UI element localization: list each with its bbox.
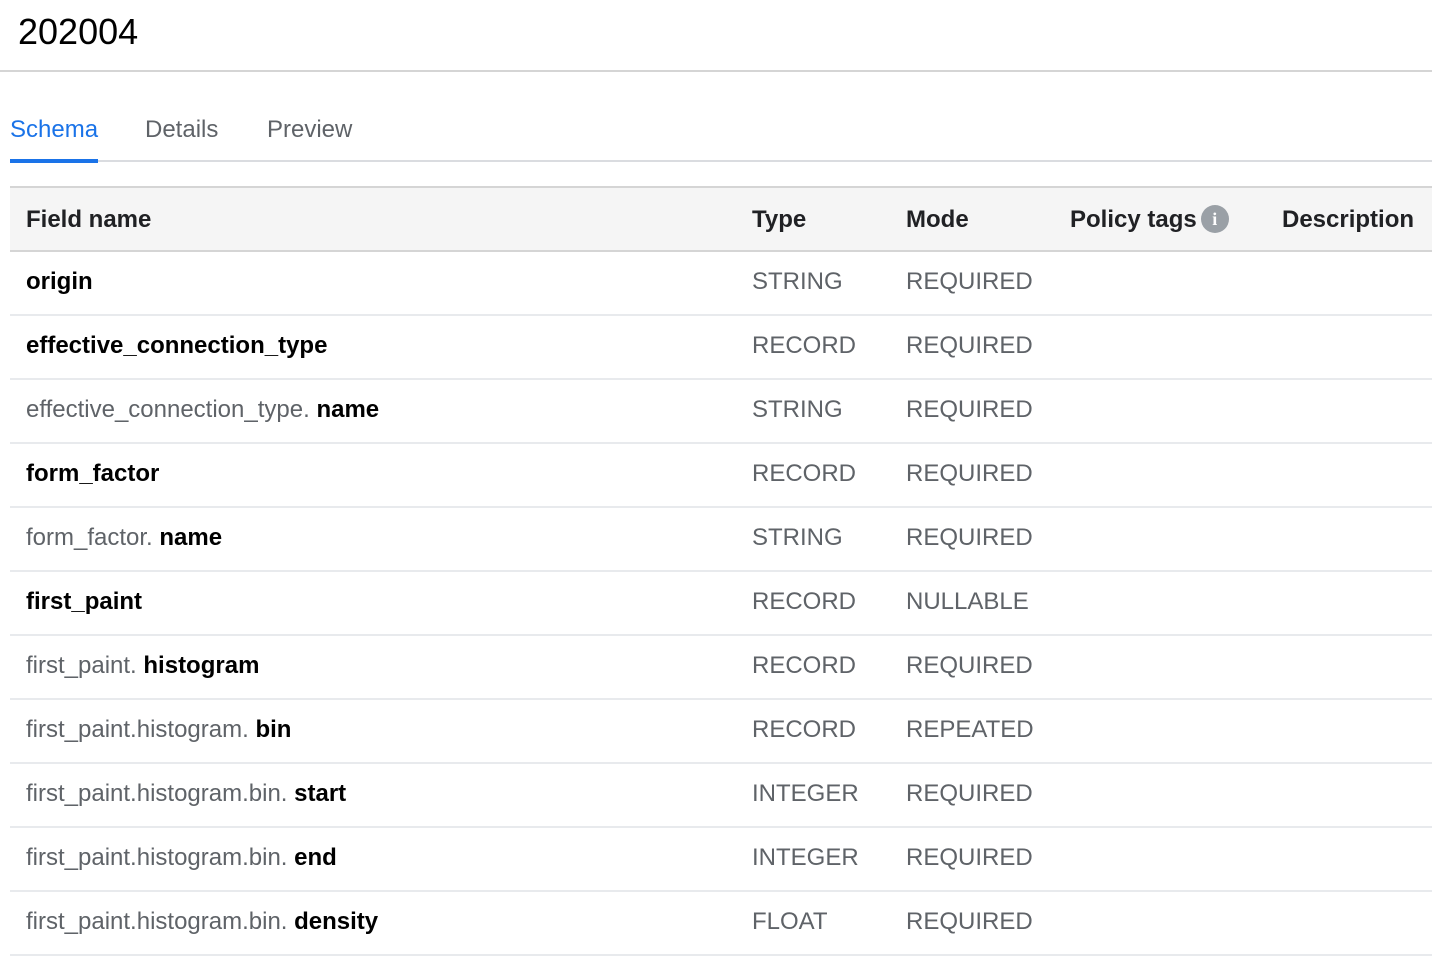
field-mode: REQUIRED <box>906 908 1033 935</box>
table-row[interactable]: first_paint.histogram. bin RECORD REPEATED <box>10 700 1432 764</box>
field-mode: REQUIRED <box>906 396 1033 423</box>
field-mode: NULLABLE <box>906 588 1029 615</box>
header-field-name: Field name <box>26 206 152 233</box>
field-name: start <box>294 780 347 807</box>
table-row[interactable]: first_paint RECORD NULLABLE <box>10 572 1432 636</box>
table-body: origin STRING REQUIRED effective_connection… <box>10 252 1432 956</box>
tab-schema[interactable]: Schema <box>10 114 99 163</box>
field-name-cell: first_paint.histogram. bin <box>26 714 291 746</box>
field-path-prefix: effective_connection_type. <box>26 396 317 423</box>
field-name: first_paint <box>26 588 143 615</box>
field-path-prefix: first_paint.histogram.bin. <box>26 908 295 935</box>
field-mode: REQUIRED <box>906 524 1033 551</box>
field-mode: REQUIRED <box>906 268 1033 295</box>
field-name-cell: form_factor. name <box>26 522 222 554</box>
page-title: 202004 <box>18 11 139 52</box>
header-mode: Mode <box>906 206 969 233</box>
field-path-prefix: first_paint.histogram. <box>26 716 256 743</box>
field-mode: REQUIRED <box>906 844 1033 871</box>
field-type: RECORD <box>752 652 857 679</box>
field-mode: REQUIRED <box>906 780 1033 807</box>
field-path-prefix: first_paint.histogram.bin. <box>26 780 295 807</box>
table-row[interactable]: first_paint. histogram RECORD REQUIRED <box>10 636 1432 700</box>
field-name-cell: first_paint.histogram.bin. start <box>26 778 346 810</box>
table-row[interactable]: origin STRING REQUIRED <box>10 252 1432 316</box>
field-name-cell: first_paint.histogram.bin. end <box>26 842 337 874</box>
field-name: effective_connection_type <box>26 332 328 359</box>
tab-preview[interactable]: Preview <box>267 114 352 159</box>
tab-bar: Schema Details Preview <box>10 100 1432 163</box>
field-name: end <box>294 844 337 871</box>
field-name: origin <box>26 268 93 295</box>
field-type: RECORD <box>752 588 857 615</box>
table-row[interactable]: form_factor RECORD REQUIRED <box>10 444 1432 508</box>
field-path-prefix: form_factor. <box>26 524 160 551</box>
field-mode: REQUIRED <box>906 652 1033 679</box>
field-path-prefix: first_paint.histogram.bin. <box>26 844 295 871</box>
field-name-cell: first_paint <box>26 586 142 618</box>
field-name-cell: form_factor <box>26 458 159 490</box>
table-row[interactable]: effective_connection_type RECORD REQUIRED <box>10 316 1432 380</box>
field-name-cell: origin <box>26 266 93 298</box>
field-name-cell: effective_connection_type. name <box>26 394 379 426</box>
field-type: RECORD <box>752 460 857 487</box>
table-header-row: Field name Type Mode Policy tags i Descri… <box>10 188 1432 252</box>
table-row[interactable]: first_paint.histogram.bin. density FLOAT R… <box>10 892 1432 956</box>
tab-details[interactable]: Details <box>145 114 218 159</box>
field-type: STRING <box>752 396 843 423</box>
field-type: FLOAT <box>752 908 828 935</box>
info-icon[interactable]: i <box>1200 205 1229 233</box>
table-row[interactable]: form_factor. name STRING REQUIRED <box>10 508 1432 572</box>
field-type: INTEGER <box>752 844 859 871</box>
field-name: density <box>294 908 379 935</box>
field-type: STRING <box>752 524 843 551</box>
table-row[interactable]: effective_connection_type. name STRING REQ… <box>10 380 1432 444</box>
field-mode: REQUIRED <box>906 460 1033 487</box>
field-mode: REPEATED <box>906 716 1034 743</box>
field-name-cell: first_paint.histogram.bin. density <box>26 906 378 938</box>
field-name: bin <box>255 716 292 743</box>
field-name: form_factor <box>26 460 160 487</box>
field-name: name <box>316 396 380 423</box>
field-path-prefix: first_paint. <box>26 652 144 679</box>
header-policy-tags: Policy tags i <box>1070 204 1229 236</box>
table-row[interactable]: first_paint.histogram.bin. end INTEGER REQ… <box>10 828 1432 892</box>
field-type: RECORD <box>752 716 857 743</box>
schema-table: Field name Type Mode Policy tags i Descri… <box>10 186 1432 956</box>
field-type: INTEGER <box>752 780 859 807</box>
header-policy-tags-label: Policy tags <box>1070 206 1197 233</box>
field-name-cell: first_paint. histogram <box>26 650 259 682</box>
field-name: histogram <box>143 652 260 679</box>
field-type: STRING <box>752 268 843 295</box>
field-mode: REQUIRED <box>906 332 1033 359</box>
page-header: 202004 <box>0 0 1432 72</box>
header-type: Type <box>752 206 807 233</box>
field-name-cell: effective_connection_type <box>26 330 327 362</box>
field-name: name <box>159 524 223 551</box>
header-description: Description <box>1282 206 1415 233</box>
field-type: RECORD <box>752 332 857 359</box>
table-row[interactable]: first_paint.histogram.bin. start INTEGER R… <box>10 764 1432 828</box>
